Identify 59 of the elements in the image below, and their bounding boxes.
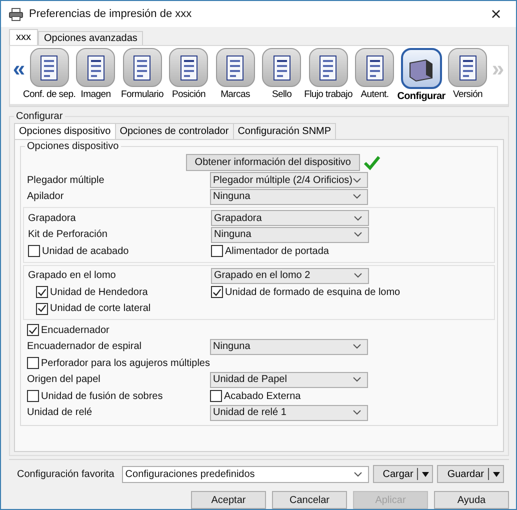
- caret-icon: [493, 472, 500, 476]
- field-label: Grapadora: [28, 212, 77, 224]
- check-icon: [37, 286, 47, 298]
- dropdown[interactable]: Grapadora: [211, 210, 369, 226]
- tab[interactable]: Opciones dispositivo: [14, 123, 116, 139]
- group-title: Configurar: [15, 111, 64, 122]
- load-button[interactable]: Cargar: [372, 465, 434, 483]
- checkbox[interactable]: Unidad de Hendedora: [36, 286, 211, 298]
- dropdown[interactable]: Grapado en el lomo 2: [211, 268, 369, 284]
- dropdown[interactable]: Unidad de relé 1: [210, 404, 368, 421]
- chevron-icon: [354, 232, 362, 238]
- group-title: Opciones dispositivo: [26, 141, 120, 152]
- dropdown[interactable]: Ninguna: [210, 338, 368, 355]
- chevron-icon: [353, 178, 361, 183]
- scroll-left-button[interactable]: «: [12, 48, 26, 82]
- dropdown[interactable]: Ninguna: [210, 188, 368, 205]
- tab[interactable]: Opciones de controlador: [114, 123, 234, 139]
- field-label: Unidad de relé: [27, 407, 94, 418]
- field-label: Apilador: [27, 191, 65, 202]
- field-label: Configuración favorita: [17, 468, 114, 480]
- checkbox[interactable]: Unidad de fusión de sobres: [27, 390, 210, 402]
- tab[interactable]: Configuración SNMP: [232, 123, 336, 139]
- checkbox[interactable]: Unidad de formado de esquina de lomo: [211, 286, 400, 298]
- check-icon: [212, 286, 222, 298]
- chevron-icon: [354, 472, 362, 476]
- caret-icon: [422, 472, 430, 476]
- chevron-icon: [353, 344, 361, 350]
- chevron-icon: [354, 216, 362, 221]
- chevron-icon: [353, 194, 361, 200]
- field-label: Origen del papel: [27, 374, 102, 386]
- checkbox[interactable]: Alimentador de portada: [211, 245, 329, 258]
- checkbox[interactable]: Unidad de acabado: [28, 245, 211, 258]
- field-label: Kit de Perforación: [28, 229, 108, 240]
- tab[interactable]: Opciones avanzadas: [38, 31, 144, 45]
- window-title: Preferencias de impresión de xxx: [29, 8, 193, 20]
- checkbox[interactable]: Unidad de corte lateral: [36, 302, 211, 315]
- field-label: Plegador múltiple: [27, 174, 106, 186]
- printer-icon: [9, 8, 23, 20]
- close-button[interactable]: ×: [476, 1, 516, 28]
- dropdown[interactable]: Ninguna: [211, 226, 369, 243]
- dialog-button[interactable]: Ayuda: [434, 491, 509, 509]
- dropdown[interactable]: Unidad de Papel: [210, 372, 368, 388]
- tab[interactable]: xxx: [9, 29, 38, 45]
- checkbox[interactable]: Encuadernador: [27, 324, 210, 336]
- dialog-button[interactable]: Cancelar: [272, 491, 347, 509]
- dropdown[interactable]: Configuraciones predefinidos: [122, 466, 369, 482]
- save-button[interactable]: Guardar: [437, 465, 504, 483]
- check-icon: [28, 324, 38, 336]
- chevron-icon: [353, 410, 361, 416]
- get-info-button[interactable]: Obtener información del dispositivo: [186, 154, 360, 171]
- chevron-icon: [354, 273, 362, 278]
- field-label: Grapado en el lomo: [28, 270, 117, 282]
- checkbox[interactable]: Acabado Externa: [210, 390, 301, 402]
- chevron-icon: [353, 377, 361, 382]
- field-label: Encuadernador de espiral: [27, 341, 143, 352]
- check-icon: [37, 303, 47, 314]
- dialog-button[interactable]: Aceptar: [191, 491, 266, 509]
- dropdown[interactable]: Plegador múltiple (2/4 Orificios): [210, 172, 368, 188]
- checkbox[interactable]: Perforador para los agujeros múltiples: [27, 357, 210, 370]
